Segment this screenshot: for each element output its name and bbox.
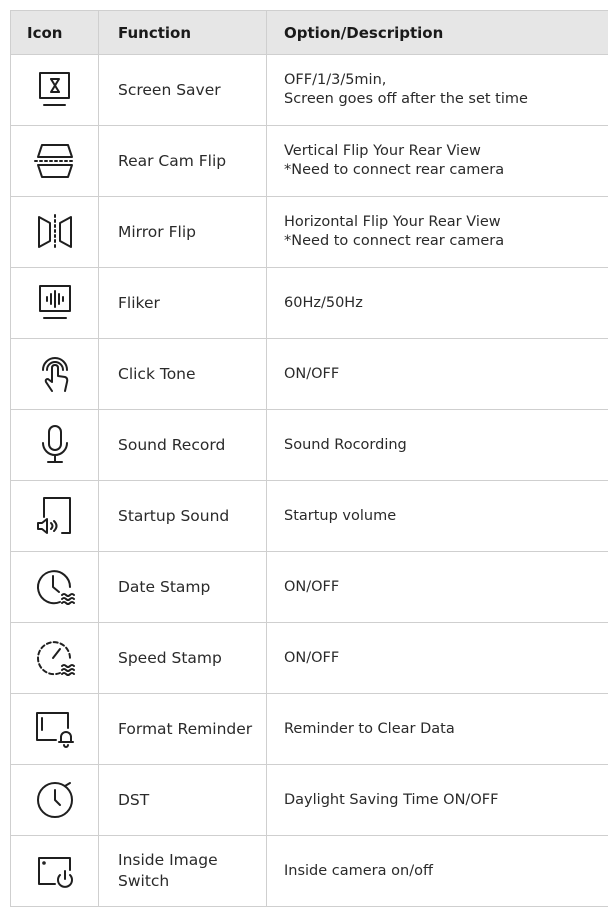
click-tone-icon [41, 357, 68, 392]
description-text: ON/OFF [284, 649, 340, 666]
fliker-icon [38, 285, 71, 319]
function-label: Screen Saver [118, 80, 221, 99]
description-text: Vertical Flip Your Rear View *Need to co… [284, 143, 505, 178]
function-label: Sound Record [118, 435, 226, 454]
description-text: Sound Rocording [284, 436, 407, 453]
description-text: Reminder to Clear Data [284, 720, 455, 737]
date-stamp-icon [36, 570, 75, 605]
startup-sound-icon [36, 497, 71, 534]
function-label: Format Reminder [118, 719, 253, 738]
function-label: Inside Image Switch [118, 851, 218, 890]
function-label: Fliker [118, 293, 160, 312]
description-text: Daylight Saving Time ON/OFF [284, 791, 499, 808]
screen-saver-icon [38, 72, 70, 106]
function-label: Date Stamp [118, 577, 211, 596]
table-row-date-stamp: Date Stamp ON/OFF [11, 552, 608, 623]
dst-clock-icon [36, 782, 73, 818]
table-row-startup-sound: Startup Sound Startup volume [11, 481, 608, 552]
table-header: Icon Function Option/Description [11, 11, 608, 55]
function-label: Mirror Flip [118, 222, 196, 241]
inside-image-switch-icon [37, 857, 73, 888]
description-text: Inside camera on/off [284, 862, 433, 879]
table-row-rear-cam-flip: Rear Cam Flip Vertical Flip Your Rear Vi… [11, 126, 608, 197]
table-row-speed-stamp: Speed Stamp ON/OFF [11, 623, 608, 694]
table-row-dst: DST Daylight Saving Time ON/OFF [11, 765, 608, 836]
table-row-mirror-flip: Mirror Flip Horizontal Flip Your Rear Vi… [11, 197, 608, 268]
table-row-click-tone: Click Tone ON/OFF [11, 339, 608, 410]
table-row-format-reminder: Format Reminder Reminder to Clear Data [11, 694, 608, 765]
description-text: ON/OFF [284, 365, 340, 382]
settings-table: Icon Function Option/Description Screen … [10, 10, 608, 907]
description-text: 60Hz/50Hz [284, 294, 363, 311]
table-row-screen-saver: Screen Saver OFF/1/3/5min, Screen goes o… [11, 55, 608, 126]
table-row-sound-record: Sound Record Sound Rocording [11, 410, 608, 481]
rear-cam-flip-icon [33, 144, 76, 178]
function-label: Startup Sound [118, 506, 230, 525]
speed-stamp-icon [36, 641, 75, 676]
mirror-flip-icon [37, 214, 72, 250]
header-function: Function [99, 11, 267, 54]
function-label: Click Tone [118, 364, 196, 383]
description-text: OFF/1/3/5min, Screen goes off after the … [284, 72, 528, 107]
function-label: Rear Cam Flip [118, 151, 227, 170]
header-description: Option/Description [284, 23, 444, 42]
format-reminder-icon [35, 712, 74, 748]
table-row-inside-image-switch: Inside Image Switch Inside camera on/off [11, 836, 608, 907]
function-label: Speed Stamp [118, 648, 222, 667]
description-text: Horizontal Flip Your Rear View *Need to … [284, 214, 505, 249]
table-row-fliker: Fliker 60Hz/50Hz [11, 268, 608, 339]
header-icon: Icon [11, 11, 99, 54]
function-label: DST [118, 790, 150, 809]
microphone-icon [41, 425, 68, 463]
description-text: Startup volume [284, 507, 397, 524]
description-text: ON/OFF [284, 578, 340, 595]
